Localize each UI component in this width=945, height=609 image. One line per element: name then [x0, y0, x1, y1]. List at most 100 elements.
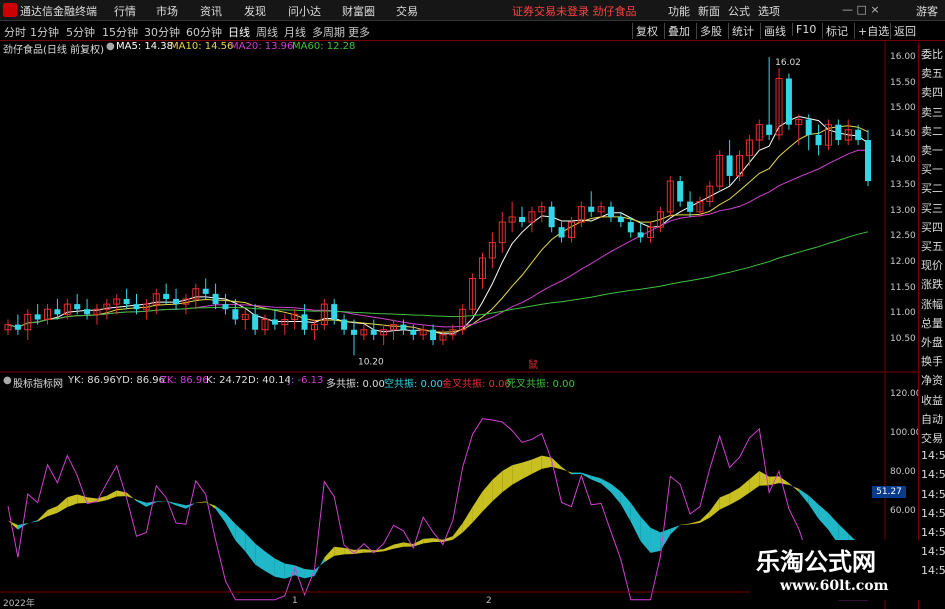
candle-body [163, 293, 170, 299]
indicator-tick-label: 120.00 [890, 388, 922, 399]
indicator-band-segment [462, 506, 473, 533]
side-panel-label[interactable]: 自动 [921, 411, 943, 427]
side-panel-label: 买五 [921, 240, 943, 253]
candle-body [617, 216, 624, 223]
user-label[interactable]: 游客 [916, 3, 938, 19]
candle-body [74, 304, 81, 310]
candle-body [855, 129, 862, 141]
candle-body [173, 298, 180, 305]
side-panel-label: 卖三 [921, 105, 943, 119]
indicator-band-segment [146, 501, 157, 507]
side-panel-label: 14:50 [921, 506, 945, 520]
indicator-band-segment [47, 506, 58, 517]
indicator-band-segment [423, 538, 434, 544]
indicator-band-segment [680, 523, 691, 526]
indicator-band-segment [255, 543, 266, 571]
indicator-band-segment [274, 558, 285, 579]
watermark: 乐淘公式网 www.60lt.com [750, 540, 920, 600]
candle-body [519, 216, 526, 223]
side-panel-label: 买二 [921, 182, 943, 196]
indicator-band-segment [699, 511, 710, 523]
price-tick-label: 10.50 [890, 334, 916, 344]
side-panel-label: 卖五 [921, 67, 943, 81]
indicator-band-segment [502, 465, 513, 493]
side-panel-label: 涨幅 [921, 297, 943, 311]
indicator-band-segment [571, 472, 582, 475]
indicator-value-badge: 51.27 [872, 486, 906, 498]
indicator-band-segment [640, 516, 651, 553]
side-panel-label: 14:50 [921, 564, 945, 578]
quote-side-panel: 委比 卖五 卖四 卖三 卖二 卖一 买一 买二 买三 买四 买五 现价 涨跌 涨幅 总量 外盘 换手 净资 收益 自动… [918, 42, 945, 609]
indicator-band-segment [522, 459, 532, 480]
side-panel-label: 14:50 [921, 449, 945, 463]
indicator-band-segment [215, 505, 226, 523]
indicator-band-segment [195, 501, 206, 504]
side-panel-label: 14:50 [921, 468, 945, 482]
indicator-band-segment [265, 551, 275, 577]
candle-body [301, 314, 308, 330]
indicator-band-segment [8, 520, 18, 530]
indicator-band-segment [512, 462, 523, 485]
candle-body [400, 324, 407, 330]
price-tick-label: 11.00 [890, 308, 916, 319]
indicator-band-segment [472, 491, 483, 523]
price-tick-label: 12.00 [890, 257, 916, 268]
candle-body [271, 319, 278, 325]
chart-canvas[interactable]: 16.02 10.20 鼠 [0, 0, 918, 609]
indicator-band-segment [383, 544, 394, 552]
candle-body [222, 304, 229, 310]
indicator-band-segment [719, 493, 730, 510]
indicator-band-segment [531, 455, 542, 474]
candle-body [410, 329, 417, 335]
price-tick-label: 15.00 [890, 103, 916, 114]
candle-body [133, 304, 140, 310]
candle-body [766, 124, 773, 135]
indicator-band-segment [393, 542, 404, 549]
indicator-band-segment [245, 533, 256, 565]
indicator-band-segment [334, 546, 345, 556]
side-panel-label: 涨跌 [921, 278, 943, 292]
watermark-title: 乐淘公式网 [756, 547, 876, 576]
indicator-j-line [7, 418, 868, 601]
indicator-band-segment [670, 524, 681, 535]
candle-body [370, 329, 377, 335]
candle-body [865, 140, 871, 182]
price-tick-label: 15.50 [890, 77, 916, 88]
indicator-band-segment [818, 504, 829, 530]
watermark-url: www.60lt.com [780, 578, 889, 594]
indicator-band-segment [126, 492, 137, 502]
indicator-band-segment [690, 520, 700, 525]
indicator-band-segment [808, 495, 819, 519]
candle-body [331, 304, 338, 320]
candle-body [54, 309, 61, 315]
candle-body [726, 155, 733, 176]
indicator-band-segment [37, 510, 48, 522]
candle-body [607, 206, 614, 217]
indicator-tick-label: 100.00 [890, 427, 922, 438]
candle-body [835, 124, 842, 141]
side-panel-label[interactable]: 交易 [921, 430, 943, 446]
price-tick-label: 12.50 [890, 231, 916, 242]
side-panel-label: 现价 [921, 259, 943, 273]
candle-body [687, 201, 694, 212]
indicator-tick-label: 80.00 [890, 466, 916, 477]
date-label-month-1: 1 [292, 596, 298, 606]
candle-body [637, 232, 644, 238]
side-panel-label: 卖四 [921, 86, 943, 100]
candle-body [34, 314, 41, 320]
date-label-year: 2022年 [3, 599, 35, 609]
candle-body [627, 222, 634, 233]
indicator-band-segment [176, 503, 186, 509]
indicator-band-segment [610, 483, 621, 505]
candle-body [350, 329, 357, 335]
indicator-band-segment [630, 502, 641, 542]
indicator-band-segment [27, 520, 38, 524]
candle-body [548, 206, 555, 228]
indicator-band-segment [67, 494, 78, 508]
price-tick-label: 16.00 [890, 52, 916, 62]
indicator-band-segment [57, 497, 68, 513]
candle-body [14, 324, 21, 330]
indicator-band-segment [156, 501, 167, 503]
side-panel-label: 买一 [921, 163, 943, 177]
indicator-band-segment [452, 522, 463, 540]
